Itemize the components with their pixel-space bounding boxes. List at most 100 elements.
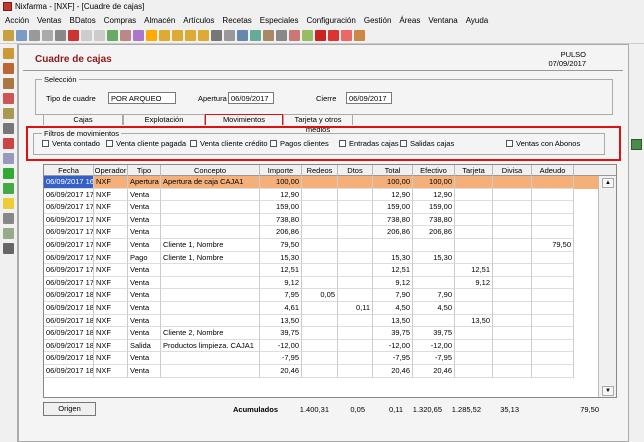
sidebar-receipt-icon[interactable]: [3, 138, 14, 149]
scroll-down-icon[interactable]: ▼: [602, 386, 614, 396]
menu-ayuda[interactable]: Ayuda: [466, 16, 489, 25]
cb-pagos-clientes[interactable]: Pagos clientes: [270, 139, 329, 148]
tab-movimientos[interactable]: Movimientos: [205, 114, 283, 125]
menu-almacen[interactable]: Almacén: [144, 16, 175, 25]
help-icon[interactable]: [341, 30, 352, 41]
table-row[interactable]: 06/09/2017 17:47NXFVenta738,80738,80738,…: [44, 213, 598, 227]
menu-gestion[interactable]: Gestión: [364, 16, 392, 25]
star-icon[interactable]: [146, 30, 157, 41]
sidebar-refresh-icon[interactable]: [3, 183, 14, 194]
sidebar-plus-icon[interactable]: [3, 168, 14, 179]
menu-bdatos[interactable]: BDatos: [69, 16, 95, 25]
leaf-icon[interactable]: [302, 30, 313, 41]
cart-icon[interactable]: [289, 30, 300, 41]
table-row[interactable]: 06/09/2017 18:10NXFVentaCliente 2, Nombr…: [44, 327, 598, 340]
table-row[interactable]: 06/09/2017 16:28NXFAperturaApertura de c…: [44, 176, 598, 189]
redo-icon[interactable]: [94, 30, 105, 41]
folder-icon[interactable]: [263, 30, 274, 41]
table-row[interactable]: 06/09/2017 18:06NXFVenta4,610,114,504,50: [44, 302, 598, 315]
sidebar-user-icon[interactable]: [3, 78, 14, 89]
open-icon[interactable]: [3, 30, 14, 41]
calculator-icon[interactable]: [237, 30, 248, 41]
cut-icon[interactable]: [55, 30, 66, 41]
cb-salidas-cajas[interactable]: Salidas cajas: [400, 139, 454, 148]
cb-venta-cliente-pagada[interactable]: Venta cliente pagada: [106, 139, 186, 148]
save-icon[interactable]: [16, 30, 27, 41]
sidebar-barcode-icon[interactable]: [3, 243, 14, 254]
menu-accion[interactable]: Acción: [5, 16, 29, 25]
table-row[interactable]: 06/09/2017 18:06NXFVenta 13,50 13,50 13,50: [44, 314, 598, 328]
table-row[interactable]: 06/09/2017 17:44NXFVenta159,00159,00159,…: [44, 201, 598, 214]
paste-icon[interactable]: [42, 30, 53, 41]
table-row[interactable]: 06/09/2017 18:05NXFVenta 7,950,05 7,907,90: [44, 289, 598, 302]
table-row[interactable]: 06/09/2017 18:12NXFVenta-7,95-7,95-7,95: [44, 352, 598, 365]
table-row[interactable]: 06/09/2017 17:59NXFPagoCliente 1, Nombre…: [44, 251, 598, 265]
menu-recetas[interactable]: Recetas: [222, 16, 251, 25]
copy-icon[interactable]: [29, 30, 40, 41]
tab-cajas[interactable]: Cajas: [43, 114, 123, 125]
sidebar-sales-icon[interactable]: [3, 48, 14, 59]
s-icon[interactable]: [315, 30, 326, 41]
undo-icon[interactable]: [81, 30, 92, 41]
column-header[interactable]: Tarjeta: [455, 165, 493, 176]
sidebar-pen-icon[interactable]: [3, 123, 14, 134]
bookmark-icon[interactable]: [133, 30, 144, 41]
column-header[interactable]: Tipo: [128, 165, 161, 176]
table-row[interactable]: 06/09/2017 17:59NXFVenta 9,12 9,12 9,12: [44, 276, 598, 290]
cb-entradas-cajas[interactable]: Entradas cajas: [339, 139, 399, 148]
cb-venta-contado[interactable]: Venta contado: [42, 139, 100, 148]
menu-articulos[interactable]: Artículos: [183, 16, 214, 25]
cb-venta-cliente-credito[interactable]: Venta cliente crédito: [190, 139, 268, 148]
column-header[interactable]: Operador: [94, 165, 128, 176]
grid-scrollbar[interactable]: ▲ ▼: [598, 176, 616, 397]
column-header[interactable]: Redeos: [302, 165, 338, 176]
column-header[interactable]: Total: [373, 165, 413, 176]
tab-tarjeta[interactable]: Tarjeta y otros medios: [283, 114, 353, 134]
tipo-input[interactable]: POR ARQUEO: [108, 92, 176, 104]
column-header[interactable]: Importe: [260, 165, 302, 176]
table-row[interactable]: 06/09/2017 17:59NXFVenta 12,51 12,51 12,51: [44, 264, 598, 277]
menu-ventas[interactable]: Ventas: [37, 16, 61, 25]
print-icon[interactable]: [631, 139, 642, 150]
menu-configuracion[interactable]: Configuración: [306, 16, 355, 25]
cierre-input[interactable]: 06/09/2017: [346, 92, 392, 104]
table-row[interactable]: 06/09/2017 18:12NXFVenta20,4620,4620,46: [44, 365, 598, 378]
previous-record-icon[interactable]: [172, 30, 183, 41]
column-header[interactable]: Fecha: [44, 165, 94, 176]
menu-ventana[interactable]: Ventana: [428, 16, 457, 25]
home-icon[interactable]: [354, 30, 365, 41]
settings-icon[interactable]: [250, 30, 261, 41]
filter-icon[interactable]: [120, 30, 131, 41]
column-header[interactable]: Adeudo: [532, 165, 574, 176]
menu-compras[interactable]: Compras: [104, 16, 136, 25]
sidebar-store-icon[interactable]: [3, 108, 14, 119]
sidebar-box-icon[interactable]: [3, 63, 14, 74]
check-icon[interactable]: [107, 30, 118, 41]
last-record-icon[interactable]: [198, 30, 209, 41]
cb-ventas-abonos[interactable]: Ventas con Abonos: [506, 139, 580, 148]
column-header[interactable]: Dtos: [338, 165, 373, 176]
tab-explotacion[interactable]: Explotación: [123, 114, 205, 125]
column-header[interactable]: Divisa: [493, 165, 532, 176]
apertura-input[interactable]: 06/09/2017: [228, 92, 274, 104]
next-record-icon[interactable]: [185, 30, 196, 41]
sidebar-folder-icon[interactable]: [3, 153, 14, 164]
d-icon[interactable]: [328, 30, 339, 41]
menu-especiales[interactable]: Especiales: [260, 16, 299, 25]
print-icon[interactable]: [211, 30, 222, 41]
first-record-icon[interactable]: [159, 30, 170, 41]
preview-icon[interactable]: [224, 30, 235, 41]
tools-icon[interactable]: [276, 30, 287, 41]
column-header[interactable]: Concepto: [161, 165, 260, 176]
origen-button[interactable]: Origen: [43, 402, 96, 416]
sidebar-tools-icon[interactable]: [3, 213, 14, 224]
sidebar-cart-icon[interactable]: [3, 93, 14, 104]
sidebar-warning-icon[interactable]: [3, 198, 14, 209]
column-header[interactable]: Efectivo: [413, 165, 455, 176]
delete-icon[interactable]: [68, 30, 79, 41]
sidebar-people-icon[interactable]: [3, 228, 14, 239]
scroll-up-icon[interactable]: ▲: [602, 178, 614, 188]
menu-areas[interactable]: Áreas: [399, 16, 420, 25]
table-row[interactable]: 06/09/2017 17:44NXFVenta12,9012,9012,90: [44, 188, 598, 202]
table-row[interactable]: 06/09/2017 17:50NXFVentaCliente 1, Nombr…: [44, 239, 598, 252]
